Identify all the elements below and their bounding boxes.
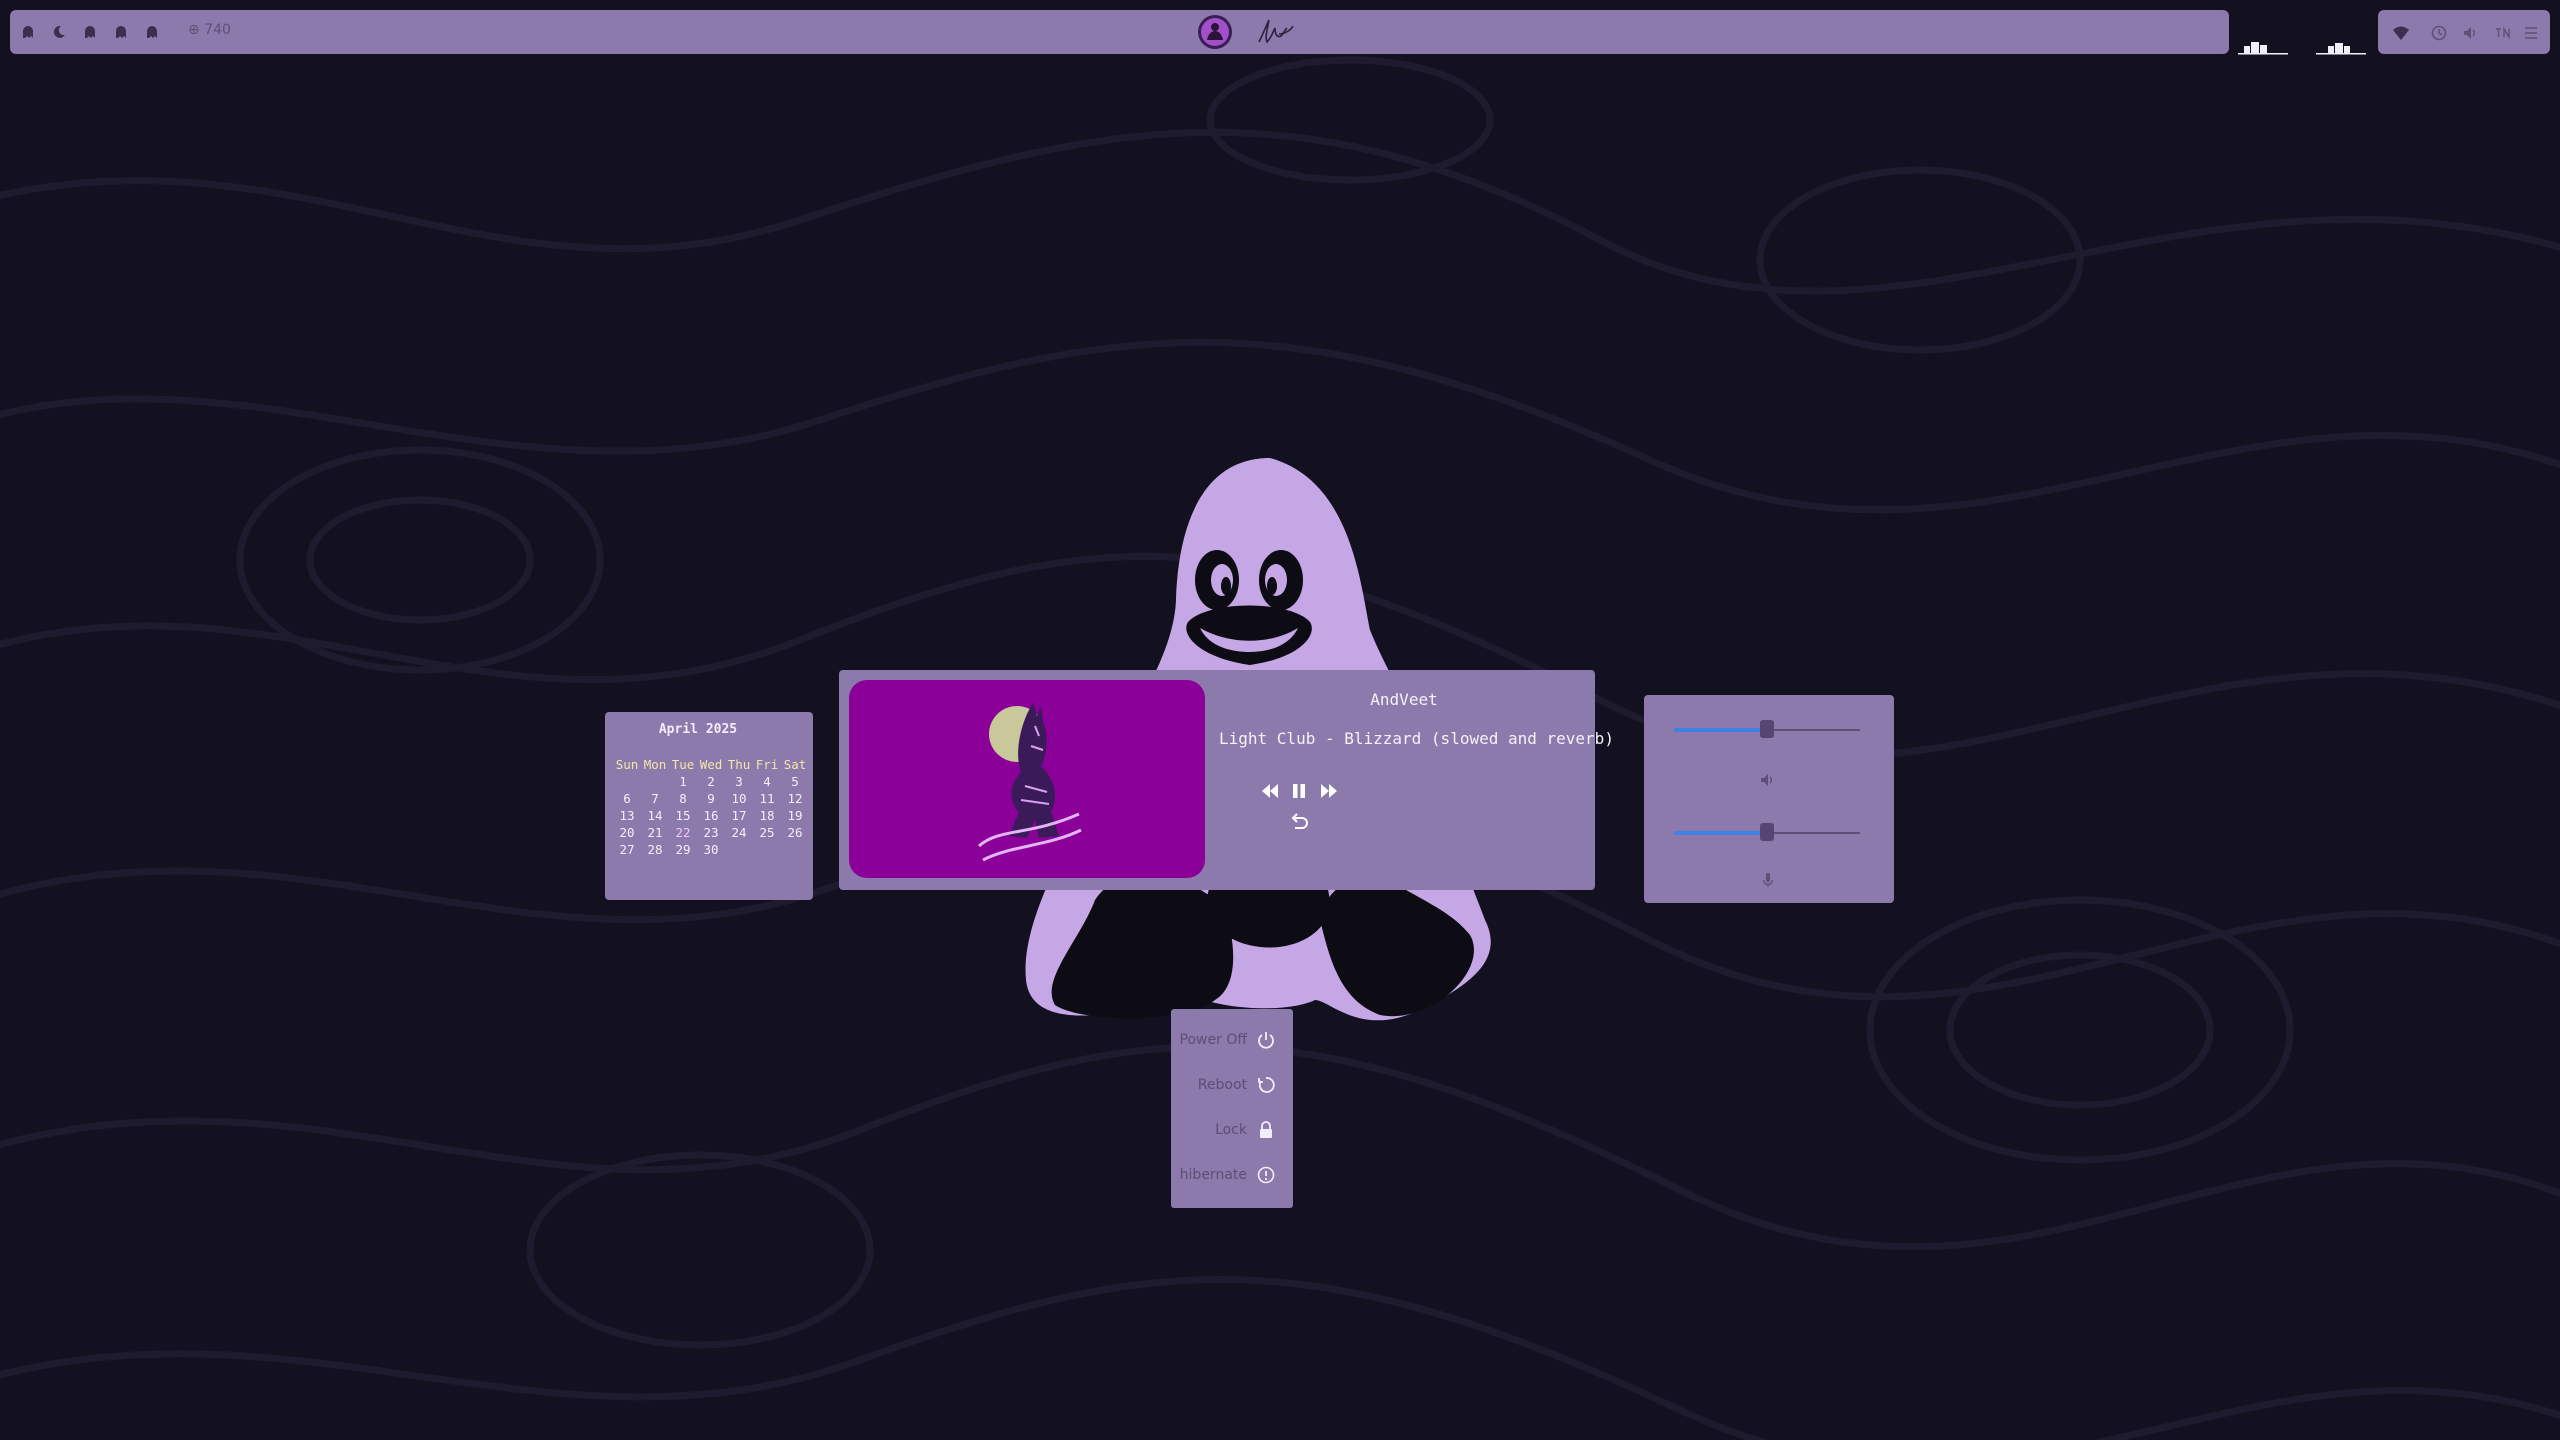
calendar-title: April 2025 xyxy=(658,722,738,737)
calendar-day[interactable]: 26 xyxy=(781,824,809,841)
calendar-day[interactable]: 1 xyxy=(669,773,697,790)
power-menu: Power Off Reboot Lock hibernate xyxy=(1171,1009,1293,1208)
cpu-graph xyxy=(2238,42,2288,55)
next-icon[interactable] xyxy=(1318,780,1340,802)
slider-handle[interactable] xyxy=(1760,823,1774,841)
calendar-day-today[interactable]: 22 xyxy=(669,824,697,841)
reboot-label: Reboot xyxy=(1197,1077,1247,1093)
calendar-day[interactable]: 9 xyxy=(697,790,725,807)
weekday-label: Tue xyxy=(671,757,695,772)
calendar-day[interactable]: 4 xyxy=(753,773,781,790)
calendar-week: 13 14 15 16 17 18 19 xyxy=(613,807,809,824)
lock-button[interactable]: Lock xyxy=(1171,1112,1293,1148)
workspace-count: ⊕ 740 xyxy=(188,22,231,38)
album-cover xyxy=(849,680,1205,878)
pause-icon[interactable] xyxy=(1288,780,1310,802)
slider-handle[interactable] xyxy=(1760,720,1774,738)
volume-icon[interactable] xyxy=(2462,24,2480,42)
calendar-day[interactable]: 10 xyxy=(725,790,753,807)
moon-icon[interactable] xyxy=(51,24,67,40)
previous-icon[interactable] xyxy=(1259,780,1281,802)
calendar-day[interactable] xyxy=(641,773,669,790)
power-icon xyxy=(1258,1032,1274,1049)
info-icon xyxy=(1257,1166,1275,1184)
calendar-day[interactable]: 18 xyxy=(753,807,781,824)
calendar-day[interactable]: 15 xyxy=(669,807,697,824)
top-bar: ⊕ 740 xyxy=(10,10,2229,54)
calendar-day[interactable]: 28 xyxy=(641,841,669,858)
repeat-icon[interactable] xyxy=(1288,811,1310,833)
calendar-day[interactable]: 24 xyxy=(725,824,753,841)
calendar-day[interactable]: 21 xyxy=(641,824,669,841)
calendar-week: 27 28 29 30 xyxy=(613,841,809,858)
calendar-day[interactable]: 25 xyxy=(753,824,781,841)
calendar-day[interactable]: 23 xyxy=(697,824,725,841)
ghost-icon[interactable] xyxy=(113,24,129,40)
calendar-day[interactable]: 7 xyxy=(641,790,669,807)
audio-sliders-panel xyxy=(1644,695,1894,903)
calendar-day[interactable]: 13 xyxy=(613,807,641,824)
weekday-label: Wed xyxy=(699,757,723,772)
calendar-week: 6 7 8 9 10 11 12 xyxy=(613,790,809,807)
power-off-label: Power Off xyxy=(1179,1032,1247,1048)
calendar-widget: April 2025 Sun Mon Tue Wed Thu Fri Sat 1… xyxy=(605,712,813,900)
ghost-icon[interactable] xyxy=(82,24,98,40)
weekday-label: Mon xyxy=(643,757,667,772)
calendar-day[interactable]: 2 xyxy=(697,773,725,790)
calendar-day[interactable]: 3 xyxy=(725,773,753,790)
memory-graph xyxy=(2316,43,2366,55)
settings-icon[interactable] xyxy=(2522,24,2540,42)
system-tray xyxy=(2378,10,2550,54)
calendar-grid: Sun Mon Tue Wed Thu Fri Sat 1 2 3 4 5 6 … xyxy=(613,756,809,858)
reboot-button[interactable]: Reboot xyxy=(1171,1067,1293,1103)
wifi-icon[interactable] xyxy=(2392,24,2410,42)
calendar-day[interactable]: 6 xyxy=(613,790,641,807)
track-artist: AndVeet xyxy=(1370,690,1438,709)
calendar-day[interactable]: 11 xyxy=(753,790,781,807)
calendar-day[interactable]: 19 xyxy=(781,807,809,824)
microphone-slider[interactable] xyxy=(1674,822,1860,844)
keyboard-icon[interactable] xyxy=(2494,24,2512,42)
track-title: Light Club - Blizzard (slowed and reverb… xyxy=(1219,729,1614,748)
volume-slider[interactable] xyxy=(1674,719,1860,741)
calendar-day[interactable]: 29 xyxy=(669,841,697,858)
hibernate-button[interactable]: hibernate xyxy=(1171,1157,1293,1193)
media-player: AndVeet Light Club - Blizzard (slowed an… xyxy=(839,670,1614,890)
calendar-week: 1 2 3 4 5 xyxy=(613,773,809,790)
calendar-day[interactable]: 5 xyxy=(781,773,809,790)
weekday-label: Sat xyxy=(783,757,807,772)
album-art-image xyxy=(977,702,1082,862)
calendar-day[interactable]: 8 xyxy=(669,790,697,807)
calendar-day[interactable]: 12 xyxy=(781,790,809,807)
weekday-label: Thu xyxy=(727,757,751,772)
speaker-icon xyxy=(1761,774,1772,786)
lock-label: Lock xyxy=(1215,1122,1247,1138)
power-off-button[interactable]: Power Off xyxy=(1171,1022,1293,1058)
ghost-icon[interactable] xyxy=(20,24,36,40)
ghost-icon[interactable] xyxy=(144,24,160,40)
calendar-day[interactable] xyxy=(725,841,753,858)
weekday-label: Sun xyxy=(615,757,639,772)
calendar-day[interactable]: 14 xyxy=(641,807,669,824)
calendar-day[interactable] xyxy=(781,841,809,858)
lock-icon xyxy=(1260,1121,1272,1138)
calendar-day[interactable]: 20 xyxy=(613,824,641,841)
reboot-icon xyxy=(1258,1077,1275,1093)
calendar-day[interactable]: 17 xyxy=(725,807,753,824)
signature-logo xyxy=(1258,19,1294,44)
microphone-icon xyxy=(1762,873,1774,887)
clock-icon[interactable] xyxy=(2430,24,2448,42)
weekday-label: Fri xyxy=(755,757,779,772)
hibernate-label: hibernate xyxy=(1179,1167,1247,1183)
avatar[interactable] xyxy=(1197,14,1233,50)
calendar-week: 20 21 22 23 24 25 26 xyxy=(613,824,809,841)
calendar-day[interactable]: 30 xyxy=(697,841,725,858)
calendar-weekday-row: Sun Mon Tue Wed Thu Fri Sat xyxy=(613,756,809,773)
calendar-day[interactable]: 16 xyxy=(697,807,725,824)
calendar-day[interactable] xyxy=(753,841,781,858)
calendar-day[interactable]: 27 xyxy=(613,841,641,858)
calendar-day[interactable] xyxy=(613,773,641,790)
